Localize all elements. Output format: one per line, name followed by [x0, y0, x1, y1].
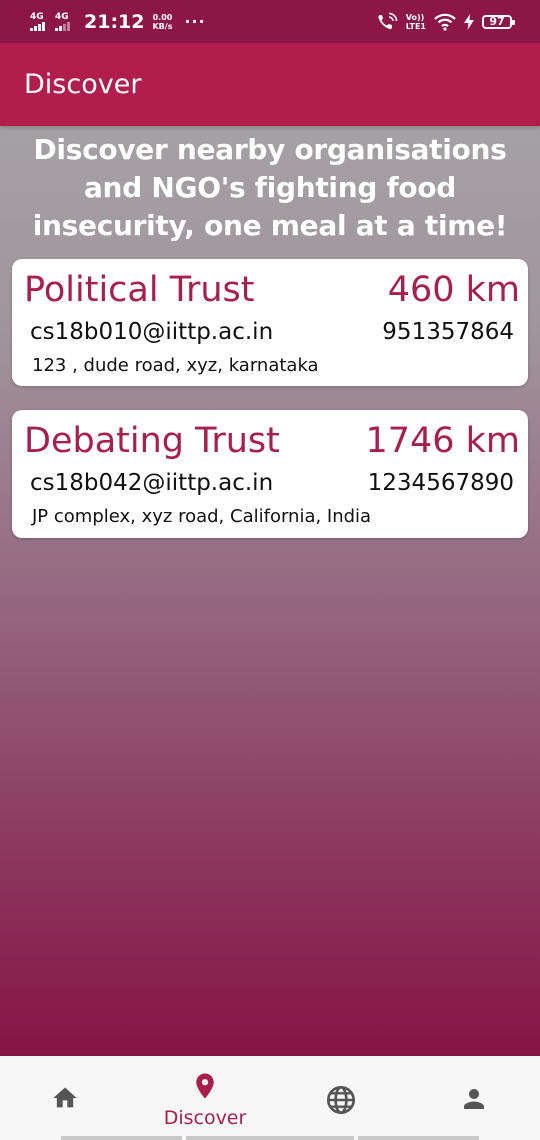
wifi-calling-icon	[378, 12, 398, 29]
organisation-email: cs18b042@iittp.ac.in	[30, 470, 274, 496]
network-speed-value: 0.00	[152, 12, 173, 22]
organisation-distance: 460 km	[387, 270, 520, 310]
charging-bolt-icon	[464, 13, 474, 30]
card-address-row: 123 , dude road, xyz, karnataka	[32, 355, 520, 376]
page-title: Discover	[24, 69, 142, 100]
network-label-2: 4G	[55, 11, 69, 22]
network-label-1: 4G	[30, 11, 44, 22]
organisation-card[interactable]: Debating Trust 1746 km cs18b042@iittp.ac…	[12, 410, 528, 538]
organisation-name: Debating Trust	[24, 421, 280, 461]
nav-indicator	[186, 1136, 354, 1140]
status-bar-right: Vo)) LTE1 97	[376, 12, 515, 32]
nav-discover[interactable]: Discover	[140, 1056, 270, 1140]
card-address-row: JP complex, xyz road, California, India	[32, 506, 520, 527]
card-title-row: Debating Trust 1746 km	[24, 421, 520, 461]
more-notifications-icon: ···	[184, 12, 206, 31]
home-icon	[53, 1087, 77, 1108]
app-bar: Discover	[0, 43, 540, 126]
organisation-phone: 1234567890	[367, 470, 514, 496]
volte-bottom: LTE1	[405, 21, 426, 31]
signal-bars-icon	[55, 21, 70, 31]
wifi-icon	[434, 13, 456, 31]
discover-tagline: Discover nearby organisations and NGO's …	[32, 133, 508, 242]
nav-indicator	[61, 1136, 182, 1140]
card-contact-row: cs18b010@iittp.ac.in 951357864	[30, 319, 514, 345]
organisation-address: JP complex, xyz road, California, India	[32, 506, 372, 527]
status-bar-left: 4G 4G 21:12 0.00 KB/s ···	[30, 11, 206, 33]
person-icon	[464, 1089, 484, 1109]
nav-discover-label: Discover	[163, 1107, 247, 1129]
status-time: 21:12	[84, 10, 145, 33]
volte-indicator: Vo)) LTE1	[406, 13, 426, 31]
organisation-card[interactable]: Political Trust 460 km cs18b010@iittp.ac…	[12, 259, 528, 386]
signal-1: 4G	[30, 11, 45, 31]
signal-2: 4G	[55, 11, 70, 31]
signal-bars-icon	[30, 21, 45, 31]
nav-indicator	[358, 1136, 479, 1140]
organisation-phone: 951357864	[382, 319, 514, 345]
battery-icon: 97	[482, 14, 515, 29]
globe-icon	[327, 1086, 355, 1114]
nav-home[interactable]	[0, 1056, 130, 1140]
nav-profile[interactable]	[409, 1056, 539, 1140]
organisation-name: Political Trust	[24, 270, 255, 310]
bottom-navigation: Discover	[0, 1056, 540, 1140]
organisation-email: cs18b010@iittp.ac.in	[30, 319, 274, 345]
volte-top: Vo))	[405, 12, 425, 22]
network-speed-unit: KB/s	[152, 21, 173, 31]
nav-globe[interactable]	[276, 1056, 406, 1140]
card-title-row: Political Trust 460 km	[24, 270, 520, 310]
organisation-address: 123 , dude road, xyz, karnataka	[32, 355, 319, 376]
organisation-distance: 1746 km	[365, 421, 520, 461]
battery-level: 97	[489, 15, 505, 28]
status-bar: 4G 4G 21:12 0.00 KB/s ··· Vo)) LTE1 97	[0, 0, 540, 43]
location-pin-icon	[196, 1073, 214, 1099]
network-speed: 0.00 KB/s	[152, 13, 172, 31]
card-contact-row: cs18b042@iittp.ac.in 1234567890	[30, 470, 514, 496]
